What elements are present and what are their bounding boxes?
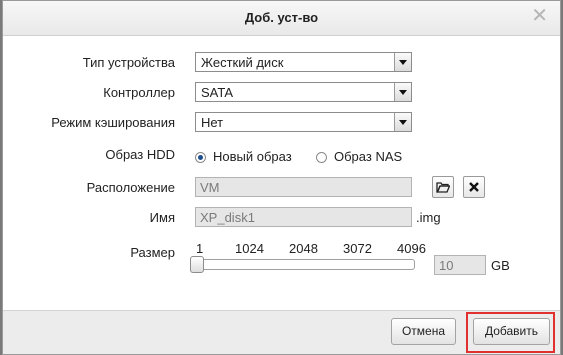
chevron-down-icon[interactable]: [394, 113, 411, 131]
add-device-dialog: Доб. уст-во ✕ Тип устройства Жесткий дис…: [2, 0, 561, 355]
location-field[interactable]: VM: [195, 177, 412, 197]
hdd-image-label: Образ HDD: [105, 147, 175, 162]
size-slider-handle[interactable]: [190, 256, 204, 273]
close-icon: [469, 182, 479, 192]
name-field[interactable]: XP_disk1: [195, 207, 412, 227]
name-label: Имя: [149, 210, 175, 225]
size-tick: 1024: [235, 241, 264, 256]
nas-image-radio[interactable]: [316, 152, 327, 163]
device-type-value: Жесткий диск: [201, 55, 284, 70]
size-tick: 2048: [289, 241, 318, 256]
size-tick: 3072: [343, 241, 372, 256]
nas-image-radio-label[interactable]: Образ NAS: [334, 149, 402, 164]
size-tick: 1: [196, 241, 204, 256]
cancel-button[interactable]: Отмена: [391, 318, 456, 345]
cache-mode-value: Нет: [201, 115, 224, 130]
size-slider-track[interactable]: [193, 259, 415, 270]
location-label: Расположение: [86, 180, 175, 195]
folder-open-icon: [436, 182, 450, 193]
add-button[interactable]: Добавить: [473, 318, 550, 345]
new-image-radio-label[interactable]: Новый образ: [213, 149, 292, 164]
chevron-down-icon[interactable]: [394, 83, 411, 101]
controller-label: Контроллер: [103, 85, 175, 100]
clear-location-button[interactable]: [463, 176, 485, 198]
device-type-label: Тип устройства: [82, 55, 175, 70]
cache-mode-select[interactable]: Нет: [195, 112, 412, 132]
device-type-select[interactable]: Жесткий диск: [195, 52, 412, 72]
cache-mode-label: Режим кэширования: [51, 115, 175, 130]
size-label: Размер: [130, 245, 175, 260]
close-icon[interactable]: ✕: [531, 3, 548, 28]
controller-value: SATA: [201, 85, 234, 100]
controller-select[interactable]: SATA: [195, 82, 412, 102]
name-suffix: .img: [416, 210, 441, 225]
new-image-radio[interactable]: [195, 152, 206, 163]
browse-button[interactable]: [432, 176, 454, 198]
chevron-down-icon[interactable]: [394, 53, 411, 71]
size-field[interactable]: 10: [434, 255, 486, 275]
dialog-footer: Отмена Добавить: [3, 310, 560, 354]
dialog-titlebar: Доб. уст-во ✕: [3, 1, 560, 36]
size-unit: GB: [491, 258, 510, 273]
dialog-title: Доб. уст-во: [244, 10, 319, 25]
size-tick: 4096: [397, 241, 426, 256]
